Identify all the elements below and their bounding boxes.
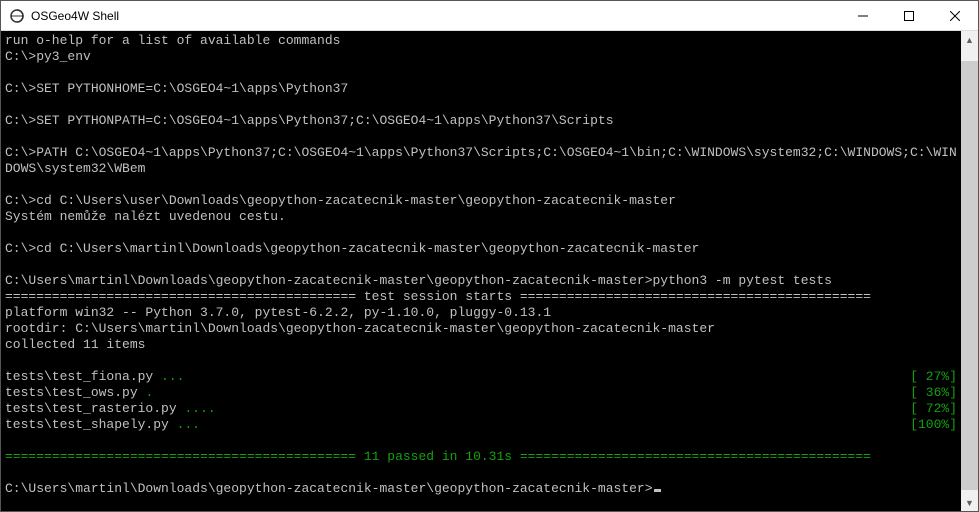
console-output[interactable]: run o-help for a list of available comma… [1,31,961,511]
pytest-test-row: tests\test_shapely.py ...[100%] [5,417,957,433]
window-title: OSGeo4W Shell [31,9,119,23]
prompt-text: C:\Users\martinl\Downloads\geopython-zac… [5,481,653,496]
test-dots: . [145,385,153,400]
scroll-down-button[interactable]: ▼ [961,494,978,511]
test-file-label: tests\test_fiona.py ... [5,369,910,385]
pytest-test-row: tests\test_fiona.py ...[ 27%] [5,369,957,385]
scroll-track[interactable] [961,48,978,494]
pytest-info-line: rootdir: C:\Users\martinl\Downloads\geop… [5,321,957,337]
test-percentage: [ 36%] [910,385,957,401]
scroll-up-button[interactable]: ▲ [961,31,978,48]
console-line [5,65,957,81]
console-line: C:\>py3_env [5,49,957,65]
test-percentage: [ 72%] [910,401,957,417]
console-line: C:\>SET PYTHONHOME=C:\OSGEO4~1\apps\Pyth… [5,81,957,97]
pytest-test-row: tests\test_rasterio.py ....[ 72%] [5,401,957,417]
console-line [5,97,957,113]
app-icon [9,8,25,24]
test-percentage: [ 27%] [910,369,957,385]
blank-line [5,353,957,369]
console-line: run o-help for a list of available comma… [5,33,957,49]
blank-line [5,433,957,449]
scroll-thumb[interactable] [961,61,978,489]
console-line: Systém nemůže nalézt uvedenou cestu. [5,209,957,225]
test-file-label: tests\test_ows.py . [5,385,910,401]
pytest-summary-line: ========================================… [5,449,957,465]
test-file-name: tests\test_ows.py [5,385,145,400]
test-file-label: tests\test_rasterio.py .... [5,401,910,417]
test-dots: ... [161,369,184,384]
console-line: C:\Users\martinl\Downloads\geopython-zac… [5,273,957,289]
blank-line [5,465,957,481]
test-dots: .... [184,401,215,416]
test-file-name: tests\test_fiona.py [5,369,161,384]
test-file-name: tests\test_shapely.py [5,417,177,432]
pytest-test-row: tests\test_ows.py .[ 36%] [5,385,957,401]
console-line: C:\>cd C:\Users\martinl\Downloads\geopyt… [5,241,957,257]
console-line [5,257,957,273]
pytest-info-line: platform win32 -- Python 3.7.0, pytest-6… [5,305,957,321]
minimize-button[interactable] [840,1,886,31]
test-dots: ... [177,417,200,432]
console-line: C:\>PATH C:\OSGEO4~1\apps\Python37;C:\OS… [5,145,957,177]
console-line: C:\>SET PYTHONPATH=C:\OSGEO4~1\apps\Pyth… [5,113,957,129]
cursor [654,489,661,492]
prompt-line[interactable]: C:\Users\martinl\Downloads\geopython-zac… [5,481,957,497]
test-file-name: tests\test_rasterio.py [5,401,184,416]
test-file-label: tests\test_shapely.py ... [5,417,910,433]
close-button[interactable] [932,1,978,31]
console-line [5,225,957,241]
pytest-session-header: ========================================… [5,289,957,305]
titlebar[interactable]: OSGeo4W Shell [1,1,978,31]
pytest-info-line: collected 11 items [5,337,957,353]
console-line [5,177,957,193]
content-area: run o-help for a list of available comma… [1,31,978,511]
test-percentage: [100%] [910,417,957,433]
app-window: OSGeo4W Shell run o-help for a list of a… [0,0,979,512]
vertical-scrollbar[interactable]: ▲ ▼ [961,31,978,511]
console-line: C:\>cd C:\Users\user\Downloads\geopython… [5,193,957,209]
maximize-button[interactable] [886,1,932,31]
console-line [5,129,957,145]
